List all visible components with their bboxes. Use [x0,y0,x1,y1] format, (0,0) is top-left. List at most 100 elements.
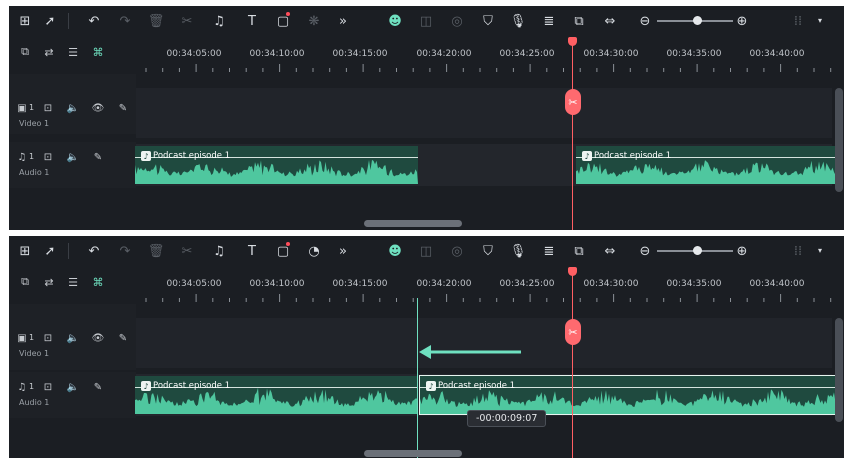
audio-clip[interactable]: ♪ Podcast episode 1 [135,146,418,184]
mask-icon[interactable]: ◫ [415,240,437,262]
volume-icon[interactable]: 🔈 [66,150,80,164]
crop-icon[interactable]: ▢ [272,10,294,32]
snap-icon[interactable]: ⌘ [90,44,106,60]
video-track-lane[interactable] [136,318,832,368]
add-track-icon[interactable]: ⧉ [17,44,33,60]
undo-icon[interactable]: ↶ [83,240,105,262]
pip-icon[interactable]: ⧉ [568,10,590,32]
layout-icon[interactable]: ⊞ [14,10,36,32]
video-track-header: ▣ 1 ⊡ 🔈 👁 ✎ Video 1 [9,74,136,134]
zoom-slider-knob[interactable] [693,16,702,25]
lock-icon[interactable]: ⊡ [41,331,55,345]
magic-icon[interactable]: ✎ [116,331,130,345]
layers-icon[interactable]: ☰ [65,274,81,290]
shield-icon[interactable]: ⛉ [477,240,499,262]
zoom-out-icon[interactable]: ⊖ [634,240,656,262]
audio-list-icon[interactable]: ≣ [538,240,560,262]
audio-icon[interactable]: ♫ [208,240,230,262]
toolbar-separator [68,243,69,259]
vertical-scrollbar[interactable] [835,88,843,192]
layout-icon[interactable]: ⊞ [14,240,36,262]
playhead-handle[interactable] [568,37,577,46]
clip-name: Podcast episode 1 [153,381,231,391]
scissors-icon[interactable]: ✂ [565,319,581,345]
redo-icon[interactable]: ↷ [114,240,136,262]
ai-face-icon[interactable]: ☻ [384,10,406,32]
lock-icon[interactable]: ⊡ [41,380,55,394]
color-icon[interactable]: ❋ [303,10,325,32]
more-icon[interactable]: » [332,10,354,32]
speed-icon[interactable]: ◔ [303,240,325,262]
horizontal-scrollbar[interactable] [364,220,462,227]
text-icon[interactable]: T [241,10,263,32]
audio-list-icon[interactable]: ≣ [538,10,560,32]
playhead-handle[interactable] [568,267,577,276]
video-track-icon: ▣ [17,332,27,344]
lock-icon[interactable]: ⊡ [41,101,55,115]
volume-icon[interactable]: 🔈 [66,331,80,345]
time-ruler[interactable]: 00:34:05:00 00:34:10:00 00:34:15:00 00:3… [136,268,844,302]
magic-icon[interactable]: ✎ [91,380,105,394]
text-icon[interactable]: T [241,240,263,262]
pip-icon[interactable]: ⧉ [568,240,590,262]
link-icon[interactable]: ⇄ [41,274,57,290]
ai-face-icon[interactable]: ☻ [384,240,406,262]
ruler-label: 00:34:10:00 [249,279,305,289]
playhead[interactable] [572,38,573,230]
ruler-label: 00:34:35:00 [666,279,722,289]
lock-icon[interactable]: ⊡ [41,150,55,164]
more-icon[interactable]: » [332,240,354,262]
add-track-icon[interactable]: ⧉ [17,274,33,290]
link-icon[interactable]: ⇄ [41,44,57,60]
undo-icon[interactable]: ↶ [83,10,105,32]
dropdown-icon[interactable]: ▾ [809,10,831,32]
fit-icon[interactable]: ⇔ [599,10,621,32]
eye-icon[interactable]: 👁 [91,331,105,345]
video-track-index: 1 [29,103,35,112]
shield-icon[interactable]: ⛉ [477,10,499,32]
redo-icon[interactable]: ↷ [114,10,136,32]
mic-icon[interactable]: 🎙 [507,240,529,262]
audio-clip-selected[interactable]: ♪ Podcast episode 1 [419,375,837,415]
zoom-slider-knob[interactable] [693,246,702,255]
video-track-lane[interactable] [136,88,832,138]
eye-icon[interactable]: 👁 [91,101,105,115]
snap-icon[interactable]: ⌘ [90,274,106,290]
delete-icon[interactable]: 🗑 [145,240,167,262]
zoom-in-icon[interactable]: ⊕ [731,240,753,262]
split-icon[interactable]: ✂ [176,10,198,32]
vertical-scrollbar[interactable] [835,318,843,422]
timeline-toolbar: ⊞ ➚ ↶ ↷ 🗑 ✂ ♫ T ▢ ❋ » ☻ ◫ ◎ ⛉ 🎙 ≣ ⧉ ⇔ ⊖ … [9,6,844,36]
clip-name: Podcast episode 1 [438,381,516,391]
render-icon[interactable]: ◎ [446,10,468,32]
audio-clip[interactable]: ♪ Podcast episode 1 [135,376,418,414]
select-arrow-icon[interactable]: ➚ [39,10,61,32]
crop-icon[interactable]: ▢ [272,240,294,262]
scissors-icon[interactable]: ✂ [565,89,581,115]
audio-track-header: ♫ 1 ⊡ 🔈 ✎ Audio 1 [9,372,136,418]
mic-icon[interactable]: 🎙 [507,10,529,32]
zoom-out-icon[interactable]: ⊖ [634,10,656,32]
time-ruler[interactable]: 00:34:05:00 00:34:10:00 00:34:15:00 00:3… [136,38,844,72]
ruler-label: 00:34:15:00 [332,49,388,59]
volume-icon[interactable]: 🔈 [66,101,80,115]
split-icon[interactable]: ✂ [176,240,198,262]
zoom-in-icon[interactable]: ⊕ [731,10,753,32]
render-icon[interactable]: ◎ [446,240,468,262]
fit-icon[interactable]: ⇔ [599,240,621,262]
playhead[interactable] [572,268,573,458]
audio-icon[interactable]: ♫ [208,10,230,32]
waveform-shape [135,387,418,414]
mask-icon[interactable]: ◫ [415,10,437,32]
grid-icon[interactable]: ⁞⁞ [787,10,809,32]
dropdown-icon[interactable]: ▾ [809,240,831,262]
magic-icon[interactable]: ✎ [91,150,105,164]
layers-icon[interactable]: ☰ [65,44,81,60]
grid-icon[interactable]: ⁞⁞ [787,240,809,262]
volume-icon[interactable]: 🔈 [66,380,80,394]
delete-icon[interactable]: 🗑 [145,10,167,32]
select-arrow-icon[interactable]: ➚ [39,240,61,262]
horizontal-scrollbar[interactable] [364,450,462,457]
magic-icon[interactable]: ✎ [116,101,130,115]
audio-clip[interactable]: ♪ Podcast episode 1 [576,146,836,184]
